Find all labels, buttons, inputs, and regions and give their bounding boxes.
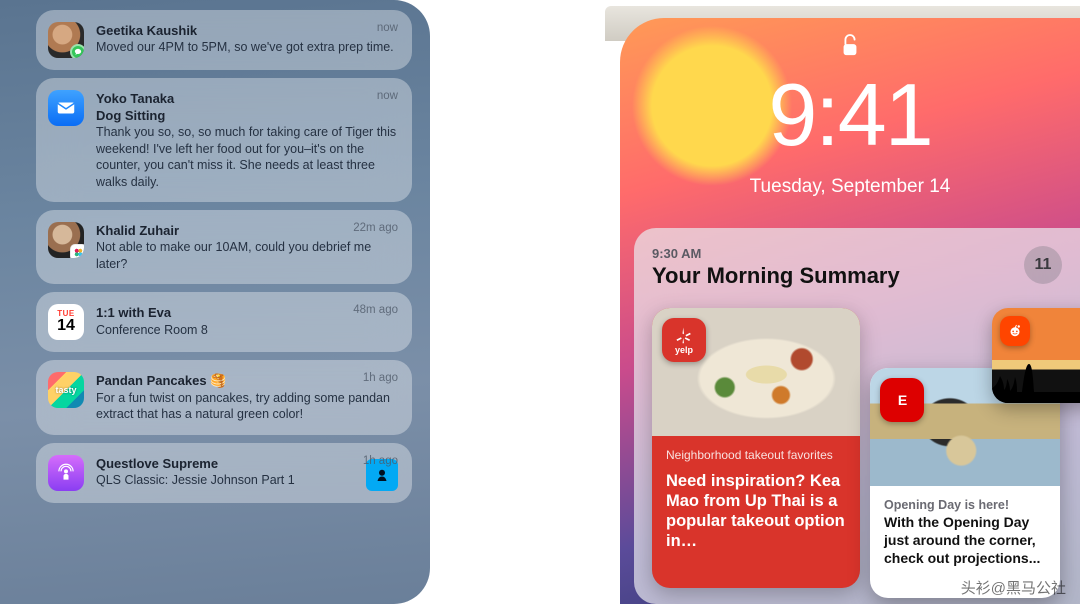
morning-summary-widget[interactable]: 9:30 AM Your Morning Summary 11 yelp Nei…: [634, 228, 1080, 604]
notification-title: Questlove Supreme: [96, 455, 354, 472]
messages-app-badge: [70, 44, 84, 58]
notification-message: Not able to make our 10AM, could you deb…: [96, 239, 398, 272]
notification-message: QLS Classic: Jessie Johnson Part 1: [96, 472, 354, 489]
slack-app-badge: [70, 244, 84, 258]
summary-title: Your Morning Summary: [652, 263, 1080, 289]
notification-slack[interactable]: Khalid Zuhair Not able to make our 10AM,…: [36, 210, 412, 284]
yelp-app-icon: yelp: [662, 318, 706, 362]
notification-time: 1h ago: [363, 455, 398, 467]
notification-time: 48m ago: [353, 304, 398, 316]
calendar-app-icon: TUE 14: [48, 304, 84, 340]
reddit-photo-silhouette: [992, 355, 1080, 403]
notification-time: 22m ago: [353, 222, 398, 234]
notification-title: Yoko Tanaka: [96, 90, 398, 107]
mail-app-icon: [48, 90, 84, 126]
notification-calendar[interactable]: TUE 14 1:1 with Eva Conference Room 8 48…: [36, 292, 412, 352]
yelp-headline: Need inspiration? Kea Mao from Up Thai i…: [666, 471, 846, 552]
iphone-frame: 9:41 Tuesday, September 14 9:30 AM Your …: [605, 0, 1080, 604]
notification-subject: Dog Sitting: [96, 107, 398, 124]
lock-date: Tuesday, September 14: [620, 176, 1080, 198]
summary-card-stack: yelp Neighborhood takeout favorites Need…: [652, 308, 1080, 586]
notification-podcast[interactable]: Questlove Supreme QLS Classic: Jessie Jo…: [36, 443, 412, 503]
notification-title: Pandan Pancakes 🥞: [96, 372, 398, 389]
notification-messages[interactable]: Geetika Kaushik Moved our 4PM to 5PM, so…: [36, 10, 412, 70]
espn-eyebrow: Opening Day is here!: [884, 498, 1046, 512]
notification-time: now: [377, 90, 398, 102]
avatar-icon: [48, 222, 84, 258]
yelp-eyebrow: Neighborhood takeout favorites: [666, 448, 846, 463]
lock-icon: [839, 32, 861, 65]
notification-message: Thank you so, so, so much for taking car…: [96, 124, 398, 190]
yelp-food-photo: yelp: [652, 308, 860, 436]
summary-card-reddit[interactable]: [992, 308, 1080, 403]
tasty-app-icon: [48, 372, 84, 408]
summary-card-yelp[interactable]: yelp Neighborhood takeout favorites Need…: [652, 308, 860, 588]
espn-app-icon: E: [880, 378, 924, 422]
yelp-label: yelp: [675, 345, 693, 355]
notification-title: Geetika Kaushik: [96, 22, 398, 39]
reddit-app-icon: [1000, 316, 1030, 346]
espn-headline: With the Opening Day just around the cor…: [884, 514, 1046, 568]
notification-message: Conference Room 8: [96, 322, 398, 339]
notification-time: 1h ago: [363, 372, 398, 384]
notification-tasty[interactable]: Pandan Pancakes 🥞 For a fun twist on pan…: [36, 360, 412, 434]
notification-message: Moved our 4PM to 5PM, so we've got extra…: [96, 39, 398, 56]
notification-list: Geetika Kaushik Moved our 4PM to 5PM, so…: [0, 0, 430, 604]
lock-time: 9:41: [620, 64, 1080, 166]
calendar-day: 14: [57, 318, 75, 334]
summary-time: 9:30 AM: [652, 246, 1080, 261]
lock-screen[interactable]: 9:41 Tuesday, September 14 9:30 AM Your …: [620, 18, 1080, 604]
avatar-icon: [48, 22, 84, 58]
summary-count-badge[interactable]: 11: [1024, 246, 1062, 284]
podcasts-app-icon: [48, 455, 84, 491]
notification-time: now: [377, 22, 398, 34]
notification-message: For a fun twist on pancakes, try adding …: [96, 390, 398, 423]
notification-mail[interactable]: Yoko Tanaka Dog Sitting Thank you so, so…: [36, 78, 412, 202]
